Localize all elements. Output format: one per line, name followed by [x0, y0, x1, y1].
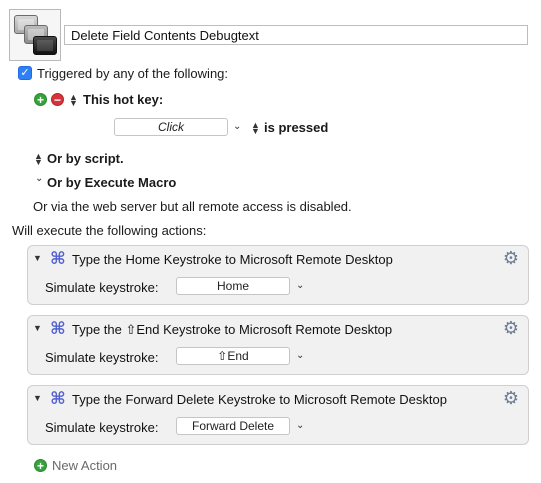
gear-icon[interactable]: ⚙: [502, 389, 520, 407]
simulate-keystroke-label: Simulate keystroke:: [45, 280, 159, 295]
keystroke-field[interactable]: Home: [176, 277, 290, 295]
command-key-icon: ⌘: [50, 389, 66, 408]
simulate-keystroke-label: Simulate keystroke:: [45, 420, 159, 435]
action-card[interactable]: ▼ ⌘ Type the Forward Delete Keystroke to…: [27, 385, 529, 445]
action-title[interactable]: Type the Home Keystroke to Microsoft Rem…: [72, 252, 393, 267]
action-title[interactable]: Type the Forward Delete Keystroke to Mic…: [72, 392, 447, 407]
add-trigger-icon[interactable]: +: [34, 93, 47, 106]
hotkey-field[interactable]: Click: [114, 118, 228, 136]
script-updown-icon[interactable]: ▲ ▼: [34, 152, 43, 167]
hotkey-label: This hot key:: [83, 92, 164, 107]
collapse-chevron-down-icon[interactable]: ▼: [33, 253, 42, 263]
command-key-icon: ⌘: [50, 319, 66, 338]
actions-heading: Will execute the following actions:: [12, 223, 207, 238]
macro-icon[interactable]: [9, 9, 61, 61]
hotkey-condition[interactable]: is pressed: [264, 120, 328, 135]
or-by-execute-macro[interactable]: Or by Execute Macro: [47, 175, 176, 190]
hotkey-updown-icon[interactable]: ▲ ▼: [69, 93, 78, 108]
triggered-heading: Triggered by any of the following:: [37, 66, 229, 81]
action-card[interactable]: ▼ ⌘ Type the ⇧End Keystroke to Microsoft…: [27, 315, 529, 375]
simulate-keystroke-label: Simulate keystroke:: [45, 350, 159, 365]
command-key-icon: ⌘: [50, 249, 66, 268]
keystroke-field[interactable]: ⇧End: [176, 347, 290, 365]
keystroke-field[interactable]: Forward Delete: [176, 417, 290, 435]
keystroke-chevron-down-icon[interactable]: ⌄: [296, 280, 304, 291]
execute-macro-chevron-down-icon[interactable]: ⌄: [35, 173, 43, 184]
collapse-chevron-down-icon[interactable]: ▼: [33, 393, 42, 403]
triggered-checkbox[interactable]: ✓: [18, 66, 32, 80]
action-title[interactable]: Type the ⇧End Keystroke to Microsoft Rem…: [72, 322, 392, 338]
action-card[interactable]: ▼ ⌘ Type the Home Keystroke to Microsoft…: [27, 245, 529, 305]
monitor-icon: [33, 36, 57, 55]
hotkey-chevron-down-icon[interactable]: ⌄: [233, 121, 241, 132]
condition-updown-icon[interactable]: ▲ ▼: [251, 121, 260, 136]
keystroke-chevron-down-icon[interactable]: ⌄: [296, 420, 304, 431]
new-action-button[interactable]: New Action: [52, 458, 117, 473]
gear-icon[interactable]: ⚙: [502, 249, 520, 267]
gear-icon[interactable]: ⚙: [502, 319, 520, 337]
or-by-script[interactable]: Or by script.: [47, 151, 124, 166]
remove-trigger-icon[interactable]: −: [51, 93, 64, 106]
new-action-icon[interactable]: +: [34, 459, 47, 472]
collapse-chevron-down-icon[interactable]: ▼: [33, 323, 42, 333]
macro-name-field[interactable]: Delete Field Contents Debugtext: [64, 25, 528, 45]
keystroke-chevron-down-icon[interactable]: ⌄: [296, 350, 304, 361]
web-server-note: Or via the web server but all remote acc…: [33, 199, 352, 214]
